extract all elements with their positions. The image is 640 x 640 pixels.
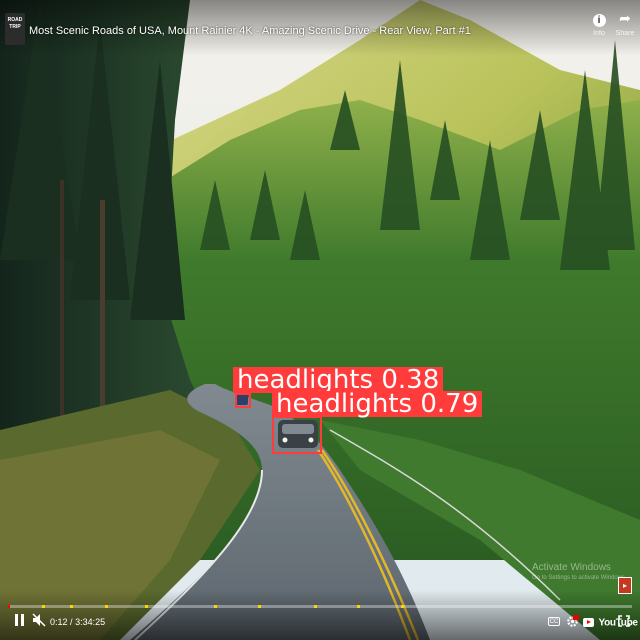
share-label: Share bbox=[615, 30, 635, 37]
info-icon: i bbox=[592, 14, 606, 27]
chapter-marker bbox=[314, 605, 317, 608]
captions-button[interactable]: CC bbox=[548, 617, 560, 626]
fullscreen-icon[interactable] bbox=[618, 615, 630, 627]
time-display: 0:12 / 3:34:25 bbox=[50, 617, 105, 627]
chapter-marker bbox=[214, 605, 217, 608]
channel-avatar[interactable]: ROAD TRIP bbox=[5, 13, 25, 45]
watermark-title: Activate Windows bbox=[532, 562, 611, 573]
detection-box-car bbox=[272, 416, 322, 454]
mute-icon[interactable] bbox=[32, 613, 46, 627]
video-player[interactable]: ROAD TRIP Most Scenic Roads of USA, Moun… bbox=[0, 0, 640, 640]
duration: 3:34:25 bbox=[75, 617, 106, 627]
chapter-marker bbox=[357, 605, 360, 608]
progress-played bbox=[8, 605, 10, 608]
controls-background bbox=[0, 590, 640, 640]
chapter-marker bbox=[401, 605, 404, 608]
pause-button[interactable] bbox=[13, 613, 25, 627]
settings-gear-icon[interactable] bbox=[566, 615, 579, 628]
watermark-subtitle: Go to Settings to activate Windows. bbox=[532, 575, 627, 581]
video-title[interactable]: Most Scenic Roads of USA, Mount Rainier … bbox=[29, 25, 471, 37]
chapter-marker bbox=[145, 605, 148, 608]
chapter-marker bbox=[258, 605, 261, 608]
chapter-marker bbox=[42, 605, 45, 608]
detection-label-car: headlights 0.79 bbox=[272, 391, 483, 417]
detection-box-small bbox=[235, 393, 251, 408]
youtube-play-icon bbox=[583, 618, 594, 628]
chapter-marker bbox=[70, 605, 73, 608]
activate-windows-watermark: Activate Windows Go to Settings to activ… bbox=[532, 562, 627, 581]
current-time: 0:12 bbox=[50, 617, 68, 627]
share-button[interactable]: ➦ Share bbox=[610, 10, 640, 37]
share-icon: ➦ bbox=[619, 10, 631, 26]
progress-bar[interactable] bbox=[8, 605, 632, 608]
chapter-marker bbox=[105, 605, 108, 608]
video-frame bbox=[0, 0, 640, 640]
